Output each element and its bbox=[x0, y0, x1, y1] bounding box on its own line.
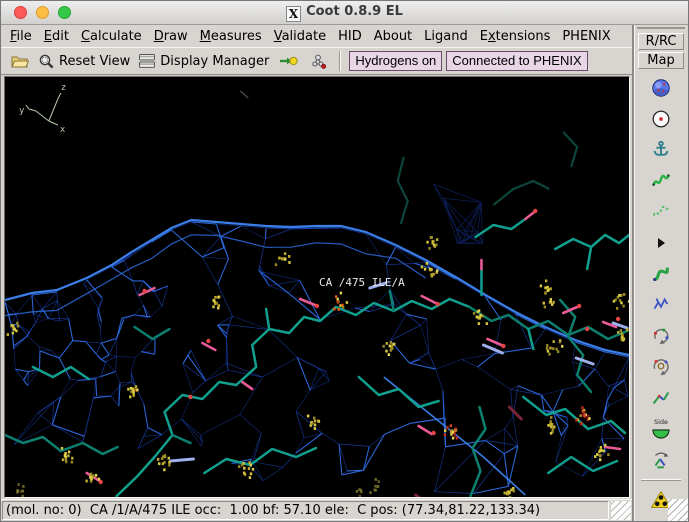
display-manager-icon bbox=[139, 54, 156, 68]
molecule-icon bbox=[312, 54, 326, 69]
go-to-atom-icon bbox=[279, 56, 298, 66]
axis-label-x: x bbox=[60, 125, 66, 135]
axis-label-y: y bbox=[19, 106, 25, 116]
side-chain-flip-label: Side bbox=[654, 418, 668, 426]
rotamer-icon bbox=[653, 297, 669, 310]
menu-validate[interactable]: Validate bbox=[268, 27, 332, 46]
ligand-button[interactable] bbox=[305, 49, 331, 73]
side-chain-flip-icon: Side bbox=[652, 418, 670, 439]
axis-label-z: z bbox=[61, 83, 66, 93]
auto-fit-rotamer-button[interactable] bbox=[648, 262, 674, 286]
recentre-icon bbox=[652, 110, 670, 128]
phenix-connection-button[interactable]: Connected to PHENIX bbox=[446, 51, 588, 71]
expander-button[interactable] bbox=[648, 231, 674, 255]
close-icon[interactable] bbox=[14, 6, 27, 19]
hydrogens-toggle-button[interactable]: Hydrogens on bbox=[349, 51, 443, 71]
jiggle-fit-icon bbox=[654, 452, 669, 469]
window-resize-grip[interactable] bbox=[668, 499, 688, 521]
status-text: (mol. no: 0) CA /1/A/475 ILE occ: 1.00 b… bbox=[2, 501, 609, 520]
flip-peptide-icon bbox=[652, 391, 670, 405]
reset-view-label: Reset View bbox=[59, 53, 131, 69]
picked-atom-label: CA /475 ILE/A bbox=[319, 276, 405, 289]
map-sphere-button[interactable] bbox=[648, 76, 674, 100]
gl-frame: z y x CA /475 ILE/A bbox=[4, 76, 630, 498]
recentre-button[interactable] bbox=[648, 107, 674, 131]
menu-phenix[interactable]: PHENIX bbox=[556, 27, 616, 46]
reset-view-icon bbox=[39, 54, 54, 68]
menu-draw[interactable]: Draw bbox=[148, 27, 194, 46]
statusbar: (mol. no: 0) CA /1/A/475 ILE occ: 1.00 b… bbox=[1, 499, 632, 521]
menu-about[interactable]: About bbox=[368, 27, 418, 46]
menu-extensions[interactable]: Extensions bbox=[474, 27, 557, 46]
side-chain-flip-button[interactable]: Side bbox=[648, 417, 674, 441]
menubar: File Edit Calculate Draw Measures Validate HID… bbox=[1, 25, 632, 47]
open-folder-button[interactable] bbox=[6, 49, 32, 73]
refine-zone-button[interactable] bbox=[648, 169, 674, 193]
edit-chi-angles-icon bbox=[653, 328, 669, 345]
display-manager-label: Display Manager bbox=[160, 53, 270, 69]
right-panel: R/RC Map Side bbox=[632, 25, 688, 521]
map-sphere-icon bbox=[652, 79, 670, 97]
traffic-lights bbox=[14, 6, 71, 19]
sidebar-separator bbox=[641, 479, 681, 481]
open-folder-icon bbox=[10, 56, 29, 68]
torsion-general-button[interactable] bbox=[648, 355, 674, 379]
reset-view-button[interactable]: Reset View bbox=[36, 53, 132, 70]
map-button[interactable]: Map bbox=[638, 52, 684, 69]
anchor-icon bbox=[653, 140, 669, 156]
zoom-icon[interactable] bbox=[58, 6, 71, 19]
panel-drag-handle[interactable] bbox=[637, 27, 685, 29]
menu-calculate[interactable]: Calculate bbox=[75, 27, 148, 46]
x11-icon: X bbox=[286, 5, 302, 22]
display-manager-button[interactable]: Display Manager bbox=[136, 53, 271, 69]
window-title-text: Coot 0.8.9 EL bbox=[306, 3, 403, 19]
menu-hid[interactable]: HID bbox=[332, 27, 368, 46]
flip-peptide-button[interactable] bbox=[648, 386, 674, 410]
canvas-wrap: z y x CA /475 ILE/A bbox=[1, 75, 632, 499]
menu-measures[interactable]: Measures bbox=[194, 27, 268, 46]
expander-icon bbox=[658, 238, 665, 248]
auto-fit-rotamer-icon bbox=[653, 267, 669, 282]
go-to-atom-button[interactable] bbox=[275, 49, 301, 73]
regularize-zone-icon bbox=[652, 205, 670, 217]
refine-zone-icon bbox=[652, 174, 670, 186]
menu-ligand[interactable]: Ligand bbox=[418, 27, 474, 46]
sidebar-icon-stack: Side bbox=[641, 76, 681, 522]
toolbar: Reset View Display Manager Hydrogens on … bbox=[1, 47, 632, 75]
statusbar-resize-grip[interactable] bbox=[611, 501, 631, 520]
rotamer-button[interactable] bbox=[648, 293, 674, 317]
titlebar: X Coot 0.8.9 EL bbox=[1, 1, 688, 25]
menu-edit[interactable]: Edit bbox=[38, 27, 75, 46]
window-title: X Coot 0.8.9 EL bbox=[1, 4, 688, 22]
regularize-zone-button[interactable] bbox=[648, 200, 674, 224]
edit-chi-angles-button[interactable] bbox=[648, 324, 674, 348]
coot-window: X Coot 0.8.9 EL File Edit Calculate Draw Meas… bbox=[0, 0, 689, 522]
jiggle-fit-button[interactable] bbox=[648, 448, 674, 472]
rrc-button[interactable]: R/RC bbox=[638, 33, 684, 50]
menu-file[interactable]: File bbox=[4, 27, 38, 46]
anchor-button[interactable] bbox=[648, 138, 674, 162]
minimize-icon[interactable] bbox=[36, 6, 49, 19]
toolbar-separator bbox=[339, 51, 342, 71]
torsion-general-icon bbox=[653, 359, 669, 376]
gl-scene[interactable]: z y x CA /475 ILE/A bbox=[5, 77, 629, 497]
